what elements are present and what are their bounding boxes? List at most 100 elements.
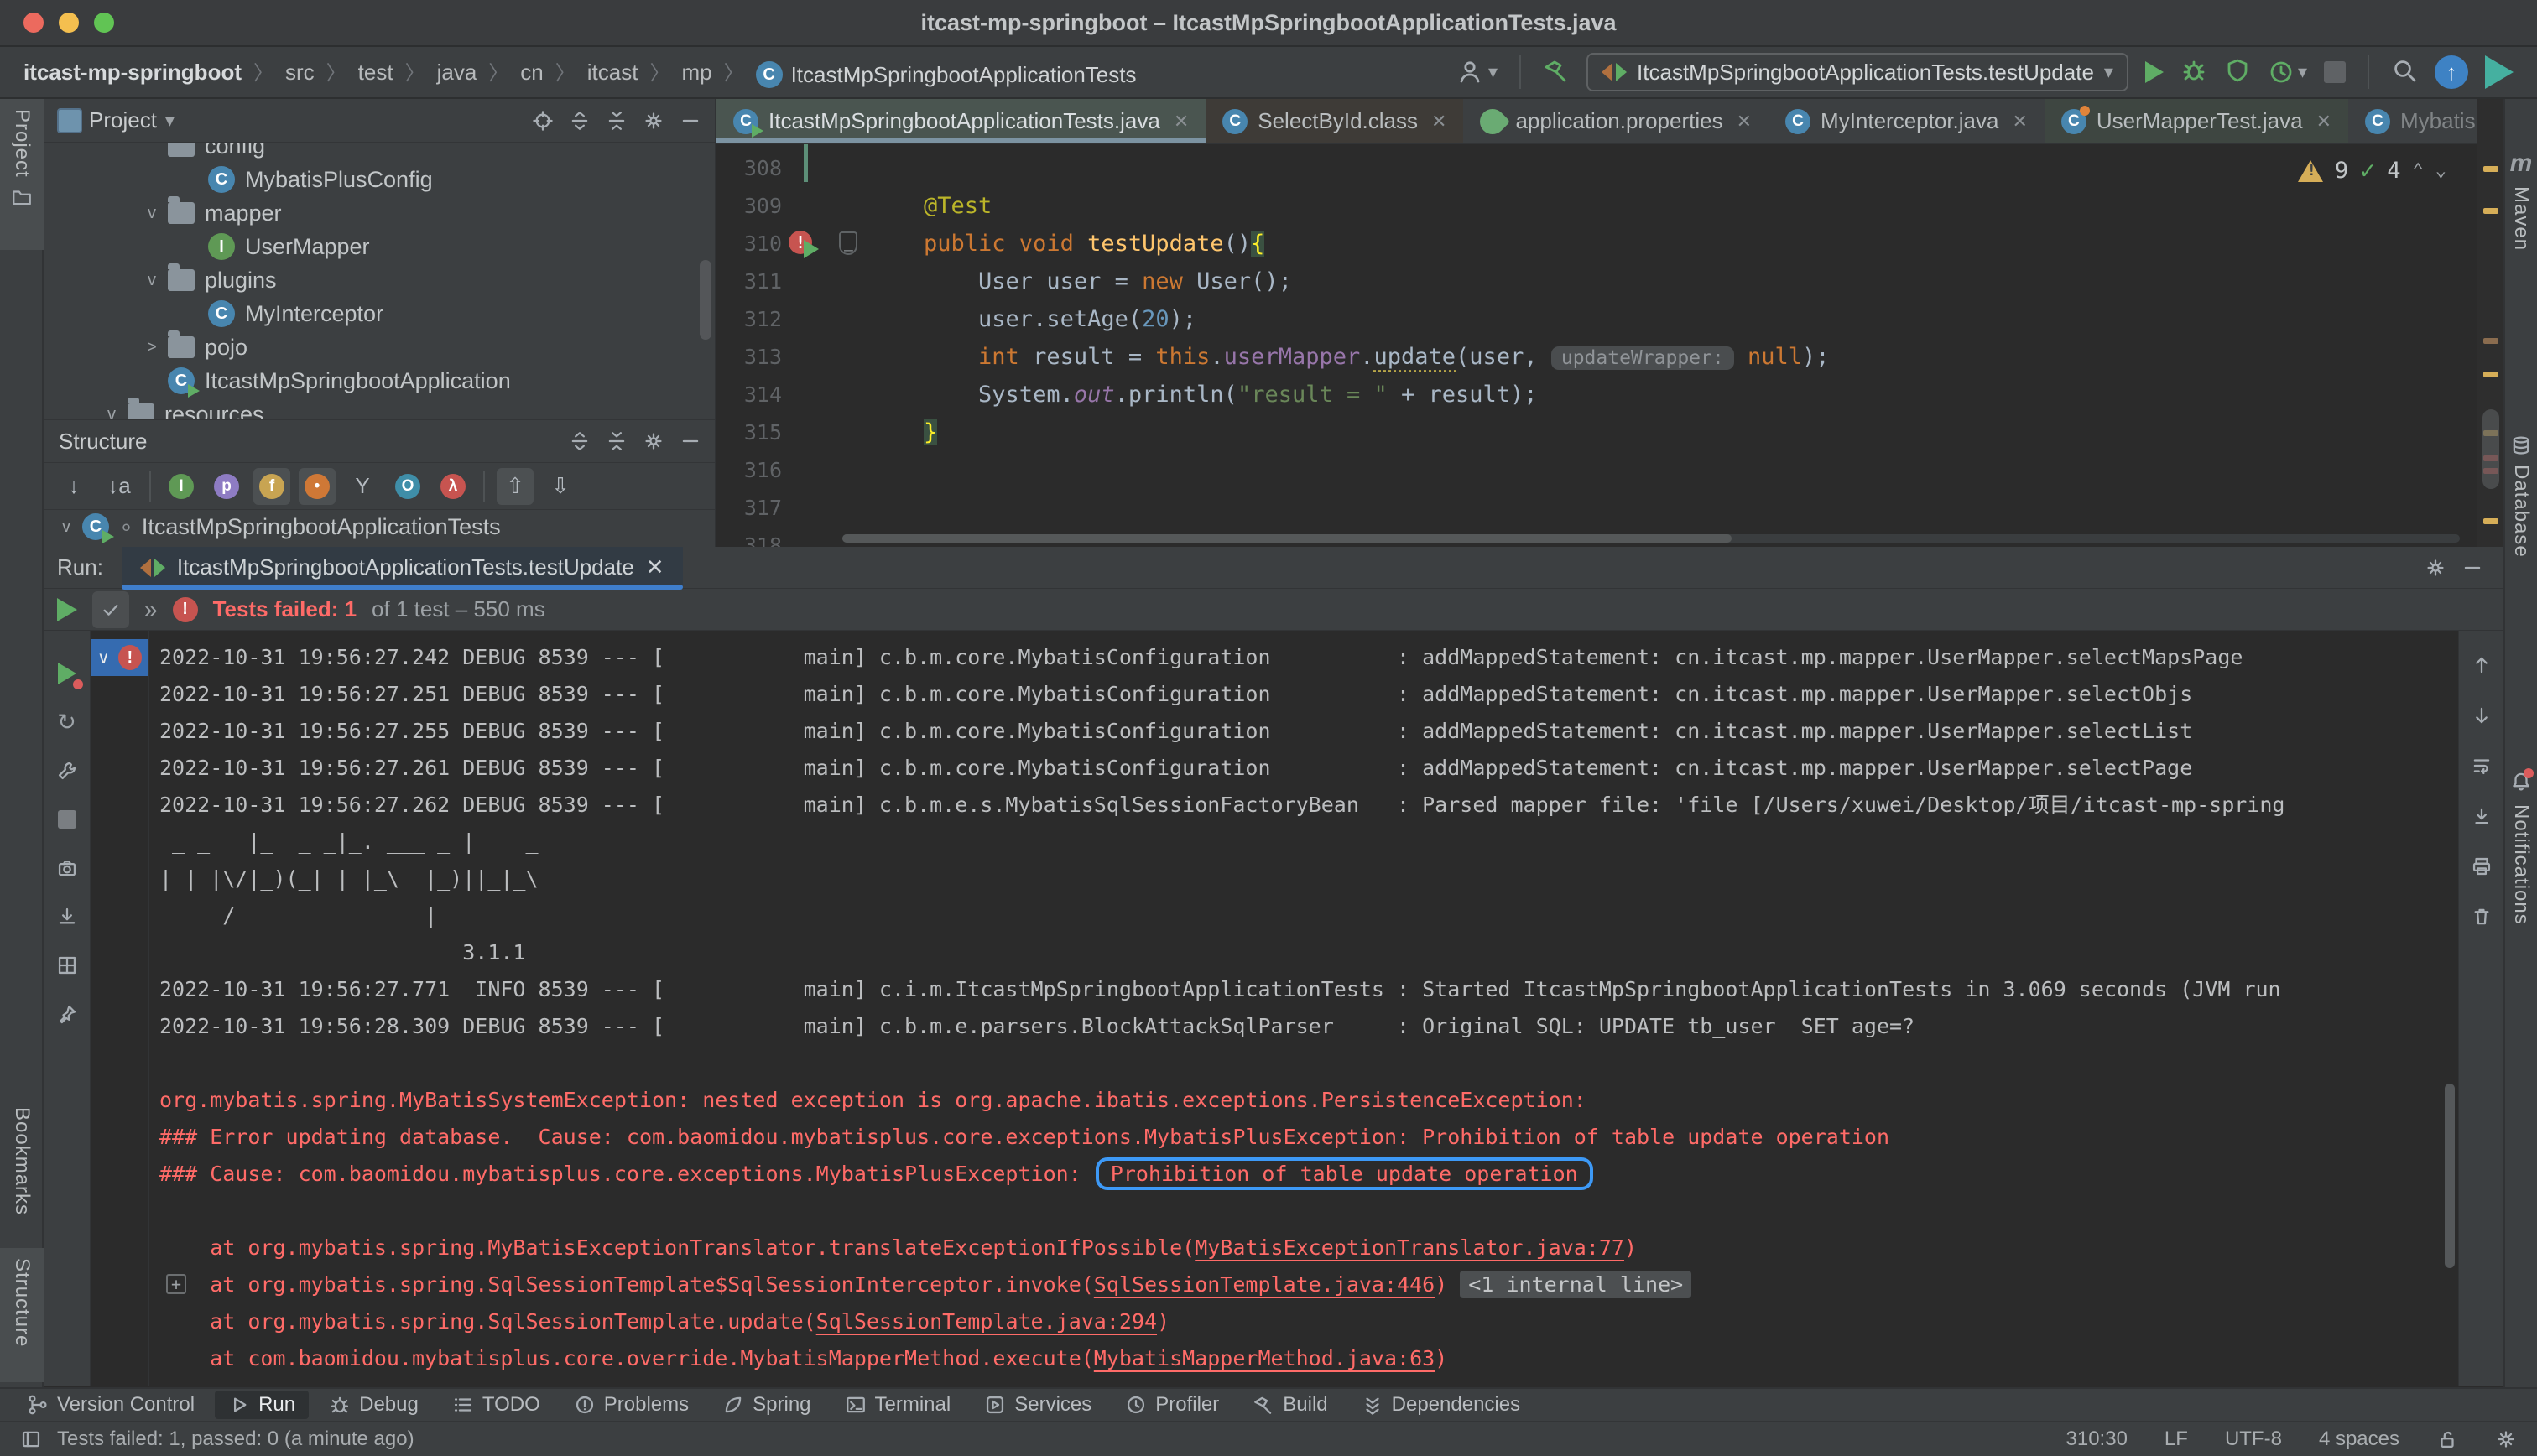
breadcrumb-item[interactable]: test [358,60,393,85]
breadcrumb-root[interactable]: itcast-mp-springboot [23,60,242,85]
ide-features-icon[interactable] [2485,55,2514,89]
show-inherited-button[interactable]: I [163,468,200,505]
editor-tab[interactable]: C MyInterceptor.java ✕ [1769,99,2045,143]
close-icon[interactable]: ✕ [1737,111,1752,133]
tool-window-toggle-icon[interactable] [20,1428,42,1450]
gear-icon[interactable] [2425,557,2446,579]
hide-panel-icon[interactable] [680,430,701,452]
test-history-button[interactable] [53,854,81,882]
failed-test-node[interactable]: ∨ ! [91,639,148,676]
breadcrumb-leaf[interactable]: C ItcastMpSpringbootApplicationTests [755,61,1136,89]
show-properties-button[interactable]: p [208,468,245,505]
clear-all-button[interactable] [2467,902,2496,931]
test-summary-status[interactable]: Tests failed: 1, passed: 0 (a minute ago… [57,1427,414,1451]
close-icon[interactable]: ✕ [1431,111,1446,133]
tree-item-mapper[interactable]: v mapper [44,196,715,230]
hide-panel-icon[interactable] [2461,557,2483,579]
tool-window-button-profiler[interactable]: Profiler [1112,1391,1232,1419]
layout-settings-button[interactable] [53,951,81,980]
tree-chevron-icon[interactable]: > [141,338,163,357]
editor-tab[interactable]: C ItcastMpSpringbootApplicationTests.java… [716,99,1206,143]
structure-root-node[interactable]: v C ∘ ItcastMpSpringbootApplicationTests [44,510,715,543]
breadcrumb-item[interactable]: src [285,60,315,85]
build-project-button[interactable] [1543,57,1570,88]
rerun-button[interactable] [57,597,77,621]
tool-stripe-bookmarks[interactable]: Bookmarks [0,1097,44,1231]
run-gutter-icon[interactable] [804,240,819,258]
tree-chevron-icon[interactable]: v [141,271,163,290]
expand-fold-icon[interactable]: + [166,1274,186,1294]
stack-trace-link[interactable]: SqlSessionTemplate.java:446 [1094,1272,1435,1297]
next-issue-chevron-icon[interactable]: ⌄ [2435,160,2446,181]
close-icon[interactable]: ✕ [1174,111,1189,133]
tree-item-myinterceptor[interactable]: C MyInterceptor [44,297,715,330]
expand-all-icon[interactable] [569,110,591,132]
editor-scrollbar-thumb[interactable] [2482,409,2499,489]
print-button[interactable] [2467,852,2496,881]
show-passed-toggle[interactable] [92,590,129,628]
run-tab[interactable]: ItcastMpSpringbootApplicationTests.testU… [121,546,683,590]
expand-chevrons-icon[interactable]: » [144,596,158,623]
close-icon[interactable]: ✕ [2316,111,2331,133]
tree-item-pojo[interactable]: > pojo [44,330,715,364]
gear-icon[interactable] [643,430,664,452]
locate-file-icon[interactable] [532,110,554,132]
tool-window-button-dependencies[interactable]: Dependencies [1348,1391,1534,1419]
user-account-button[interactable]: ▾ [1456,59,1498,86]
close-icon[interactable]: ✕ [646,554,664,580]
tool-window-button-run[interactable]: Run [215,1391,310,1419]
test-settings-button[interactable] [53,757,81,785]
show-non-public-button[interactable]: • [299,467,336,505]
group-by-super-button[interactable]: ⇧ [497,467,534,505]
stop-button[interactable] [53,805,81,834]
tool-window-button-todo[interactable]: TODO [439,1391,554,1419]
tree-chevron-icon[interactable]: v [141,204,163,223]
editor-tab[interactable]: C SelectById.class ✕ [1206,99,1464,143]
tool-window-button-debug[interactable]: Debug [315,1391,432,1419]
inspections-gear-icon[interactable] [2495,1428,2517,1450]
prev-issue-chevron-icon[interactable]: ⌃ [2413,160,2424,181]
profiler-button[interactable]: ▾ [2268,59,2307,86]
sort-by-type-button[interactable]: ⇩ [542,468,579,505]
lock-icon[interactable] [2436,1428,2458,1450]
tool-window-button-spring[interactable]: Spring [709,1391,824,1419]
breadcrumb-item[interactable]: java [437,60,477,85]
tool-stripe-project[interactable]: Project [0,99,44,250]
tree-item-config[interactable]: config [44,143,715,163]
breadcrumb-item[interactable]: cn [520,60,543,85]
tool-window-button-version-control[interactable]: Version Control [13,1391,208,1419]
editor-error-stripe[interactable] [2477,99,2503,547]
sort-alphabetically-button[interactable]: ↓a [101,468,138,505]
search-everywhere-button[interactable] [2391,57,2418,88]
breadcrumb-item[interactable]: itcast [587,60,638,85]
rerun-failed-tests-button[interactable] [53,659,83,689]
indent-setting[interactable]: 4 spaces [2319,1427,2399,1451]
stop-button[interactable] [2324,61,2346,83]
update-button[interactable]: ↑ [2435,55,2468,89]
run-configuration-select[interactable]: ItcastMpSpringbootApplicationTests.testU… [1586,53,2128,91]
expand-all-icon[interactable] [569,430,591,452]
caret-position[interactable]: 310:30 [2066,1427,2128,1451]
scroll-to-end-button[interactable] [2467,802,2496,830]
close-icon[interactable]: ✕ [2012,111,2027,133]
run-with-coverage-button[interactable] [2224,57,2251,88]
tree-item-itcastmpspringbootapplication[interactable]: C ItcastMpSpringbootApplication [44,364,715,398]
tree-item-usermapper[interactable]: I UserMapper [44,230,715,263]
stack-trace-link[interactable]: MybatisMapperMethod.java:63 [1094,1346,1435,1370]
tool-window-button-build[interactable]: Build [1239,1391,1341,1419]
code-editor[interactable]: 9 ✓ 4 ⌃ ⌄ 308309 @Test310! public void t… [716,144,2477,558]
tree-chevron-icon[interactable]: v [101,405,122,420]
scroll-up-button[interactable] [2467,651,2496,679]
show-anonymous-button[interactable]: Y [344,468,381,505]
zoom-window-button[interactable] [94,13,114,33]
console-scrollbar-thumb[interactable] [2445,1084,2455,1268]
soft-wrap-button[interactable] [2467,751,2496,780]
tree-item-resources[interactable]: v resources [44,398,715,419]
show-objects-button[interactable]: O [389,468,426,505]
gear-icon[interactable] [643,110,664,132]
fold-marker-icon[interactable] [839,231,857,269]
editor-tab[interactable]: application.properties ✕ [1463,99,1769,143]
tree-item-plugins[interactable]: v plugins [44,263,715,297]
tool-stripe-maven[interactable]: m Maven [2505,149,2537,251]
editor-tab[interactable]: C UserMapperTest.java ✕ [2044,99,2348,143]
